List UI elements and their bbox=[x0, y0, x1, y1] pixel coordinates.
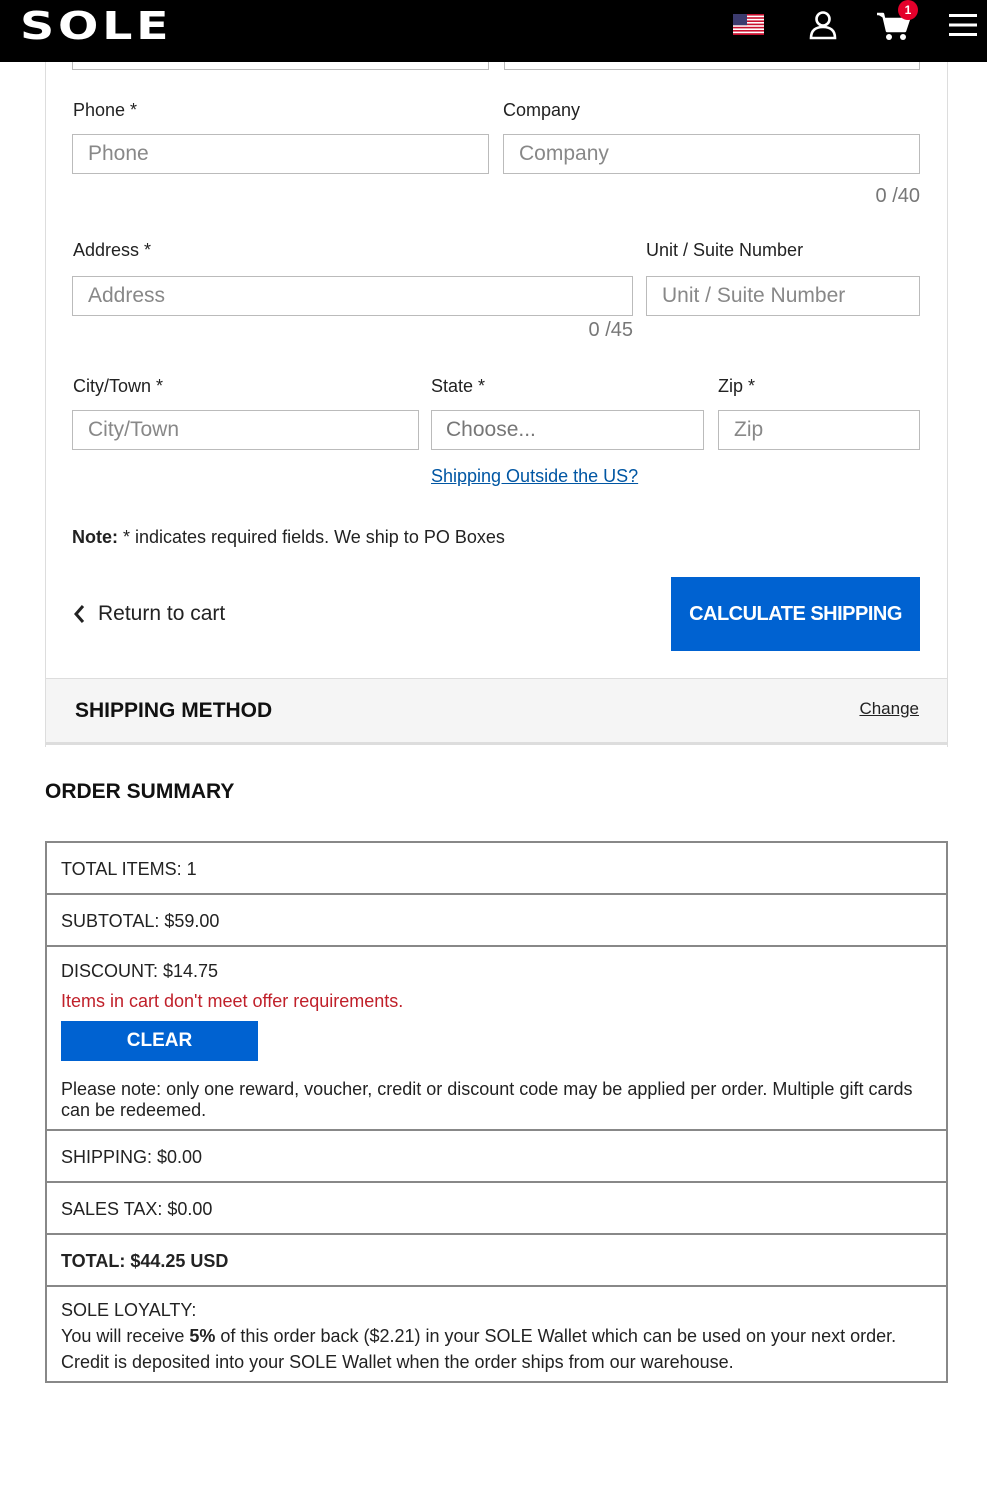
return-to-cart-link[interactable]: Return to cart bbox=[72, 598, 225, 630]
clear-discount-button[interactable]: CLEAR bbox=[61, 1021, 258, 1061]
discount-warning: Items in cart don't meet offer requireme… bbox=[61, 991, 404, 1011]
phone-label: Phone * bbox=[73, 100, 138, 120]
subtotal-row: SUBTOTAL: $59.00 bbox=[47, 895, 946, 947]
partial-field-left[interactable] bbox=[72, 62, 489, 70]
address-field[interactable] bbox=[72, 276, 633, 316]
company-label: Company bbox=[503, 100, 581, 120]
unit-label: Unit / Suite Number bbox=[646, 240, 804, 260]
required-fields-note: Note: * indicates required fields. We sh… bbox=[72, 527, 505, 548]
note-label: Note: bbox=[72, 527, 118, 547]
unit-field[interactable] bbox=[646, 276, 920, 316]
sole-logo[interactable]: SOLE bbox=[20, 6, 169, 46]
loyalty-line-2: Credit is deposited into your SOLE Walle… bbox=[61, 1352, 734, 1372]
change-shipping-method-link[interactable]: Change bbox=[859, 699, 919, 719]
us-flag-icon[interactable] bbox=[733, 14, 764, 35]
discount-policy-note: Please note: only one reward, voucher, c… bbox=[61, 1079, 913, 1120]
state-select[interactable]: Choose... bbox=[431, 410, 704, 450]
hamburger-menu-icon[interactable] bbox=[948, 11, 978, 39]
cart-count-badge: 1 bbox=[898, 0, 918, 20]
address-label: Address * bbox=[73, 240, 152, 260]
zip-field[interactable] bbox=[718, 410, 920, 450]
state-label: State * bbox=[431, 376, 486, 396]
order-total-row: TOTAL: $44.25 USD bbox=[47, 1235, 946, 1287]
order-summary-title: ORDER SUMMARY bbox=[45, 780, 235, 803]
company-char-counter: 0 /40 bbox=[875, 185, 920, 207]
shipping-outside-us-link[interactable]: Shipping Outside the US? bbox=[431, 466, 638, 487]
loyalty-line-1: You will receive 5% of this order back (… bbox=[61, 1323, 932, 1349]
zip-label: Zip * bbox=[718, 376, 756, 396]
loyalty-post-text: of this order back ($2.21) in your SOLE … bbox=[215, 1326, 897, 1346]
address-char-counter: 0 /45 bbox=[588, 319, 633, 341]
note-text: * indicates required fields. We ship to … bbox=[118, 527, 505, 547]
site-header: SOLE 1 bbox=[0, 0, 987, 62]
shipping-method-section: SHIPPING METHOD Change bbox=[46, 678, 947, 745]
order-summary-table: TOTAL ITEMS: 1 SUBTOTAL: $59.00 DISCOUNT… bbox=[45, 841, 948, 1383]
user-icon[interactable] bbox=[808, 10, 838, 40]
chevron-left-icon bbox=[74, 605, 85, 623]
total-items-row: TOTAL ITEMS: 1 bbox=[47, 843, 946, 895]
partial-field-right[interactable] bbox=[504, 62, 920, 70]
sales-tax-row: SALES TAX: $0.00 bbox=[47, 1183, 946, 1235]
sole-loyalty-row: SOLE LOYALTY: You will receive 5% of thi… bbox=[47, 1287, 946, 1381]
calculate-shipping-button[interactable]: CALCULATE SHIPPING bbox=[671, 577, 920, 651]
discount-amount: DISCOUNT: $14.75 bbox=[61, 961, 219, 981]
discount-row: DISCOUNT: $14.75 Items in cart don't mee… bbox=[47, 947, 946, 1131]
shipping-row: SHIPPING: $0.00 bbox=[47, 1131, 946, 1183]
loyalty-title: SOLE LOYALTY: bbox=[61, 1300, 197, 1320]
city-field[interactable] bbox=[72, 410, 419, 450]
shipping-method-title: SHIPPING METHOD bbox=[75, 699, 273, 722]
company-field[interactable] bbox=[503, 134, 920, 174]
city-label: City/Town * bbox=[73, 376, 164, 396]
loyalty-percent: 5% bbox=[189, 1326, 216, 1346]
loyalty-pre-text: You will receive bbox=[61, 1326, 190, 1346]
return-to-cart-label: Return to cart bbox=[98, 602, 226, 625]
phone-field[interactable] bbox=[72, 134, 489, 174]
